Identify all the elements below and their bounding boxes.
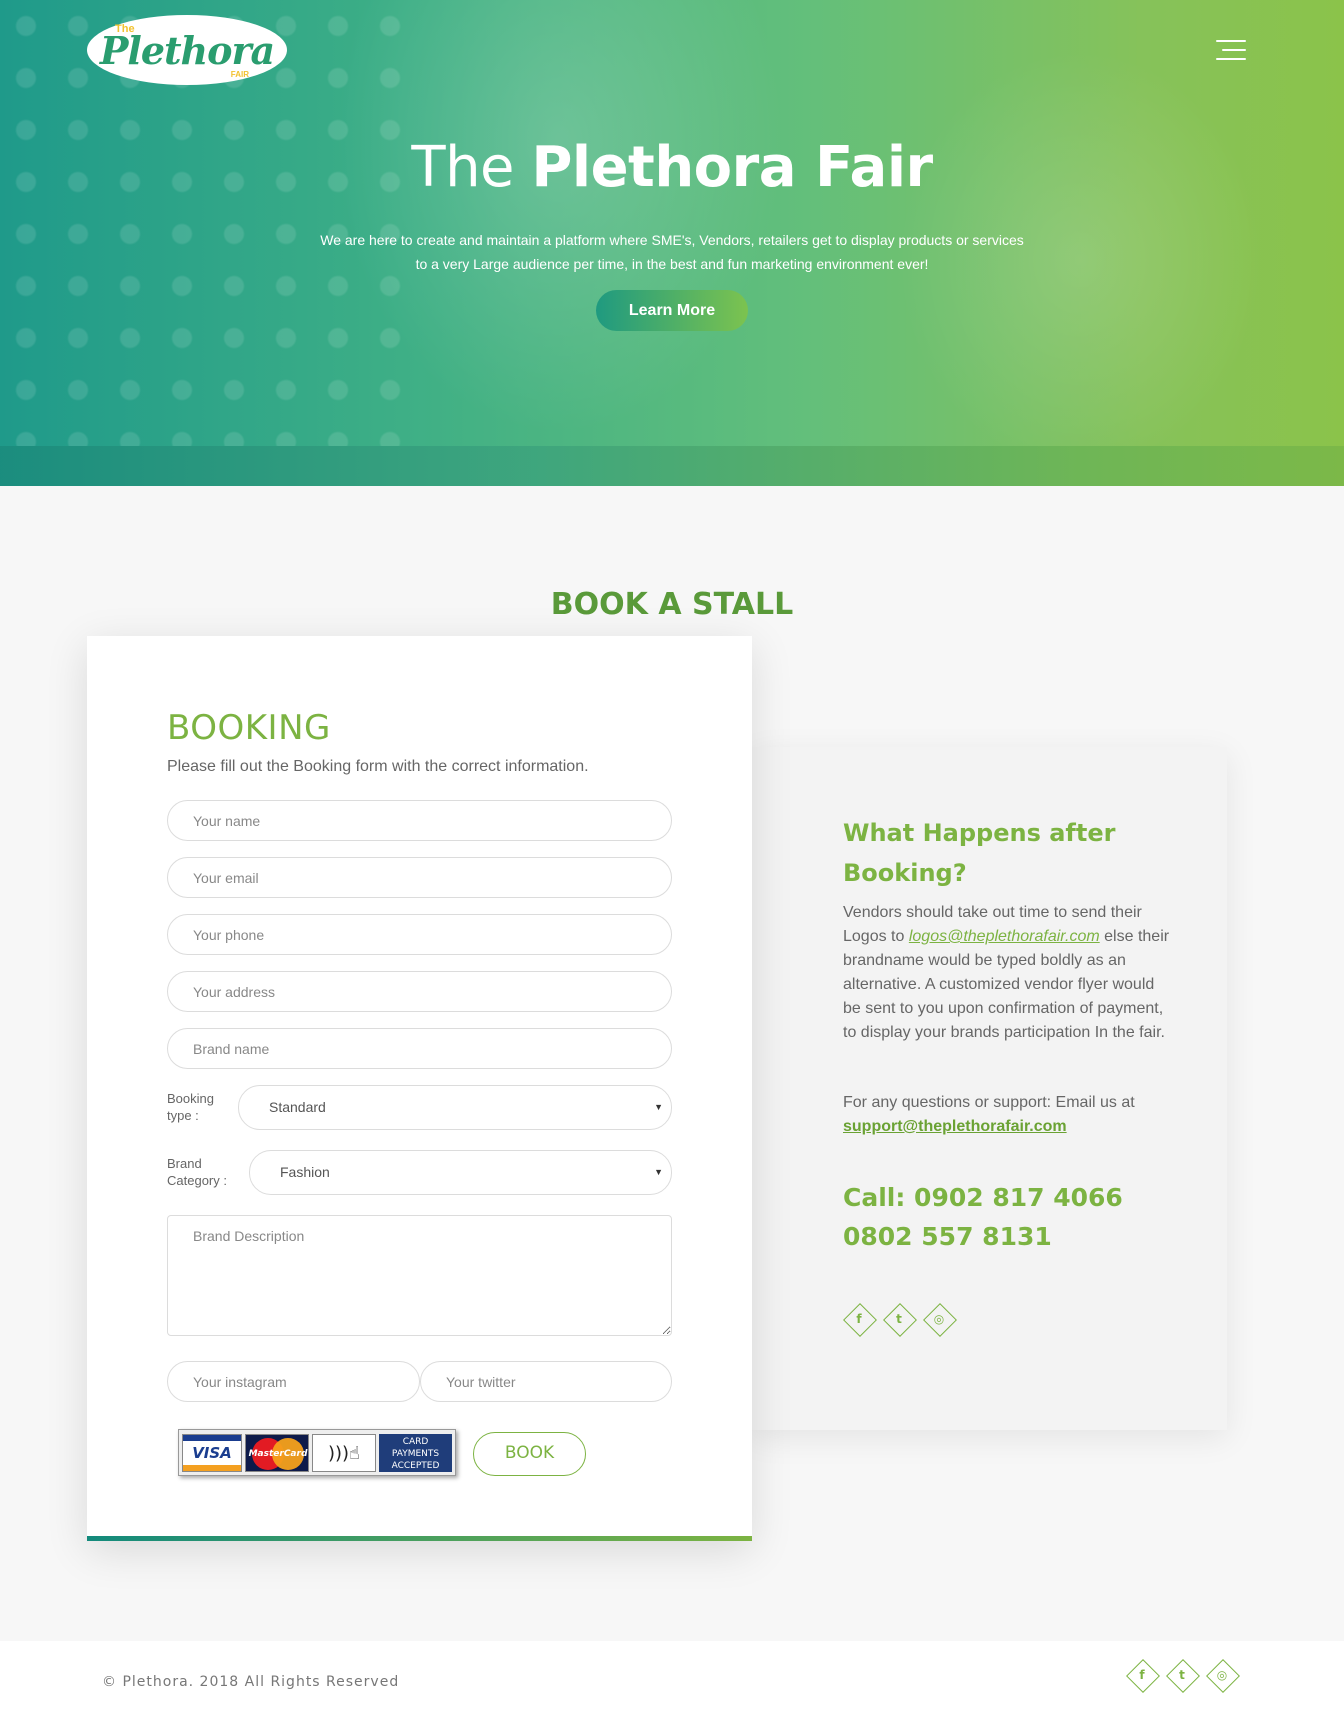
booking-type-value: Standard — [269, 1099, 326, 1115]
call-numbers: Call: 0902 817 4066 0802 557 8131 — [843, 1178, 1173, 1256]
instagram-icon[interactable]: ◎ — [1206, 1659, 1238, 1691]
learn-more-button[interactable]: Learn More — [596, 290, 748, 331]
footer: © Plethora. 2018 All Rights Reserved f t… — [0, 1641, 1344, 1709]
footer-copyright: © Plethora. 2018 All Rights Reserved — [102, 1674, 400, 1690]
address-input[interactable] — [167, 971, 672, 1012]
info-support: For any questions or support: Email us a… — [843, 1091, 1173, 1139]
booking-type-label: Booking type : — [167, 1091, 214, 1123]
logo-fair-text: FAIR — [230, 70, 249, 79]
name-input[interactable] — [167, 800, 672, 841]
info-card: What Happens after Booking? Vendors shou… — [752, 747, 1227, 1430]
mastercard-logo: MasterCard — [245, 1433, 309, 1472]
info-social-links: f t ◎ — [843, 1303, 955, 1335]
book-button[interactable]: BOOK — [473, 1432, 586, 1476]
brand-description-textarea[interactable] — [167, 1215, 672, 1336]
hero-bottom-band — [0, 446, 1344, 486]
menu-line — [1216, 58, 1246, 60]
form-title: BOOKING — [167, 708, 331, 748]
hero-title-bold: Plethora Fair — [531, 135, 933, 200]
contactless-icon: )))☝ — [312, 1433, 376, 1472]
booking-type-select[interactable]: Standard ▼ — [238, 1085, 672, 1130]
logo-the-text: The — [115, 23, 135, 35]
card-payments-badge: VISA MasterCard )))☝ CARD PAYMENTS ACCEP… — [178, 1429, 456, 1476]
brand-category-select[interactable]: Fashion ▼ — [249, 1150, 672, 1195]
hamburger-menu-icon[interactable] — [1214, 38, 1246, 64]
twitter-input[interactable] — [420, 1361, 672, 1402]
info-heading: What Happens after Booking? — [843, 819, 1116, 887]
chevron-down-icon: ▼ — [654, 1102, 663, 1112]
footer-social-links: f t ◎ — [1126, 1659, 1238, 1691]
email-input[interactable] — [167, 857, 672, 898]
hero-title: The Plethora Fair — [0, 135, 1344, 200]
form-card-accent-bar — [87, 1536, 752, 1541]
brand-category-value: Fashion — [280, 1164, 330, 1180]
section-title: BOOK A STALL — [550, 587, 794, 622]
form-description: Please fill out the Booking form with th… — [167, 758, 589, 775]
facebook-icon[interactable]: f — [843, 1303, 875, 1335]
chevron-down-icon: ▼ — [654, 1167, 663, 1177]
call-line-2: 0802 557 8131 — [843, 1222, 1052, 1251]
instagram-input[interactable] — [167, 1361, 420, 1402]
support-text: For any questions or support: Email us a… — [843, 1094, 1135, 1111]
card-payments-text: CARD PAYMENTS ACCEPTED — [379, 1433, 452, 1472]
info-body: Vendors should take out time to send the… — [843, 901, 1173, 1045]
logo-email-link[interactable]: logos@theplethorafair.com — [909, 928, 1100, 945]
hero-subtitle: We are here to create and maintain a pla… — [320, 232, 1024, 272]
brand-category-label: Brand Category : — [167, 1156, 227, 1188]
call-line-1: Call: 0902 817 4066 — [843, 1183, 1123, 1212]
brand-name-input[interactable] — [167, 1028, 672, 1069]
support-email-link[interactable]: support@theplethorafair.com — [843, 1118, 1067, 1135]
hero-title-light: The — [411, 135, 515, 200]
menu-line — [1216, 40, 1246, 42]
hero-banner: The Plethora FAIR The Plethora Fair We a… — [0, 0, 1344, 486]
visa-logo: VISA — [182, 1433, 242, 1472]
twitter-icon[interactable]: t — [1166, 1659, 1198, 1691]
twitter-icon[interactable]: t — [883, 1303, 915, 1335]
menu-line — [1222, 49, 1246, 51]
facebook-icon[interactable]: f — [1126, 1659, 1158, 1691]
phone-input[interactable] — [167, 914, 672, 955]
booking-form-card: BOOKING Please fill out the Booking form… — [87, 636, 752, 1541]
site-logo[interactable]: The Plethora FAIR — [87, 15, 287, 85]
instagram-icon[interactable]: ◎ — [923, 1303, 955, 1335]
